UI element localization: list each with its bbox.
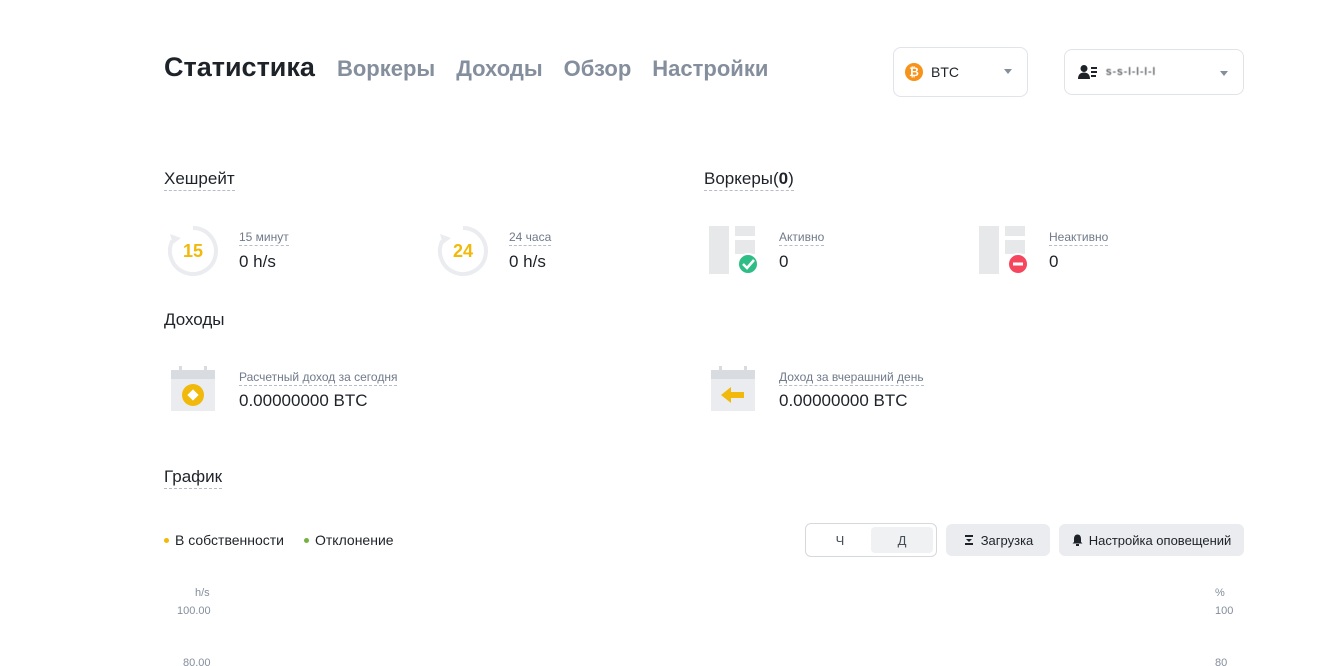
chart-legend: В собственности Отклонение <box>164 532 414 548</box>
workers-active-stat: Активно 0 <box>779 228 825 272</box>
coin-select-label: BTC <box>931 64 959 80</box>
earnings-title: Доходы <box>164 310 225 329</box>
caret-down-icon <box>1004 69 1012 74</box>
hashrate-15m-stat: 15 минут 0 h/s <box>239 228 289 272</box>
workers-inactive-label: Неактивно <box>1049 230 1109 246</box>
hashrate-15m-label: 15 минут <box>239 230 289 246</box>
caret-down-icon <box>1220 71 1228 76</box>
bell-icon <box>1072 534 1083 546</box>
workers-title: Воркеры(0) <box>704 169 794 191</box>
coin-select[interactable]: ₿ BTC <box>893 47 1028 97</box>
account-select[interactable]: s-s-l-l-l-l <box>1064 49 1244 95</box>
tab-overview[interactable]: Обзор <box>564 56 632 82</box>
y-axis-right-tick: 80 <box>1215 657 1228 666</box>
workers-inactive-value: 0 <box>1049 252 1059 271</box>
download-icon <box>964 535 973 545</box>
earnings-today-value: 0.00000000 BTC <box>239 391 368 410</box>
workers-inactive-stat: Неактивно 0 <box>1049 228 1109 272</box>
main-nav: Статистика Воркеры Доходы Обзор Настройк… <box>164 52 789 83</box>
alert-settings-label: Настройка оповещений <box>1088 532 1232 548</box>
inactive-workers-icon <box>979 226 1029 275</box>
earnings-yesterday-label: Доход за вчерашний день <box>779 370 924 386</box>
legend-owned-label: В собственности <box>175 532 284 548</box>
legend-rejected-dot <box>304 537 309 543</box>
y-axis-left-tick: 80.00 <box>183 657 211 666</box>
hashrate-title: Хешрейт <box>164 169 235 191</box>
legend-rejected-label: Отклонение <box>315 532 394 548</box>
svg-text:15: 15 <box>183 241 203 261</box>
tab-workers[interactable]: Воркеры <box>337 56 435 82</box>
tab-statistics[interactable]: Статистика <box>164 52 315 83</box>
alert-settings-button[interactable]: Настройка оповещений <box>1059 524 1244 556</box>
period-toggle: Ч Д <box>805 523 937 557</box>
hashrate-24h-value: 0 h/s <box>509 252 546 271</box>
tab-settings[interactable]: Настройки <box>652 56 768 82</box>
legend-owned[interactable]: В собственности <box>164 532 284 548</box>
download-button-label: Загрузка <box>980 532 1034 548</box>
workers-active-value: 0 <box>779 252 789 271</box>
hashrate-24h-stat: 24 часа 0 h/s <box>509 228 552 272</box>
period-day-button[interactable]: Д <box>871 527 933 553</box>
legend-owned-dot <box>164 537 169 543</box>
calendar-coin-icon <box>171 366 215 411</box>
earnings-today-label: Расчетный доход за сегодня <box>239 370 398 386</box>
y-axis-right-tick: 100 <box>1215 605 1234 617</box>
download-button[interactable]: Загрузка <box>946 524 1050 556</box>
period-hour-button[interactable]: Ч <box>809 527 871 553</box>
active-workers-icon <box>709 226 759 275</box>
account-name: s-s-l-l-l-l <box>1106 66 1157 78</box>
calendar-arrow-icon <box>711 366 755 411</box>
earnings-yesterday-stat: Доход за вчерашний день 0.00000000 BTC <box>779 368 924 411</box>
bitcoin-icon: ₿ <box>905 63 923 81</box>
user-icon <box>1078 65 1097 79</box>
y-axis-left-tick: 100.00 <box>177 605 211 617</box>
hashrate-15m-value: 0 h/s <box>239 252 276 271</box>
earnings-yesterday-value: 0.00000000 BTC <box>779 391 908 410</box>
workers-active-label: Активно <box>779 230 825 246</box>
svg-text:24: 24 <box>453 241 473 261</box>
legend-rejected[interactable]: Отклонение <box>304 532 394 548</box>
y-axis-right-unit: % <box>1215 587 1225 599</box>
refresh-24-icon: 24 <box>437 226 488 276</box>
tab-earnings[interactable]: Доходы <box>456 56 542 82</box>
y-axis-left-unit: h/s <box>195 587 210 599</box>
chart-title: График <box>164 467 223 489</box>
hashrate-24h-label: 24 часа <box>509 230 552 246</box>
earnings-today-stat: Расчетный доход за сегодня 0.00000000 BT… <box>239 368 398 411</box>
refresh-15-icon: 15 <box>167 226 218 276</box>
